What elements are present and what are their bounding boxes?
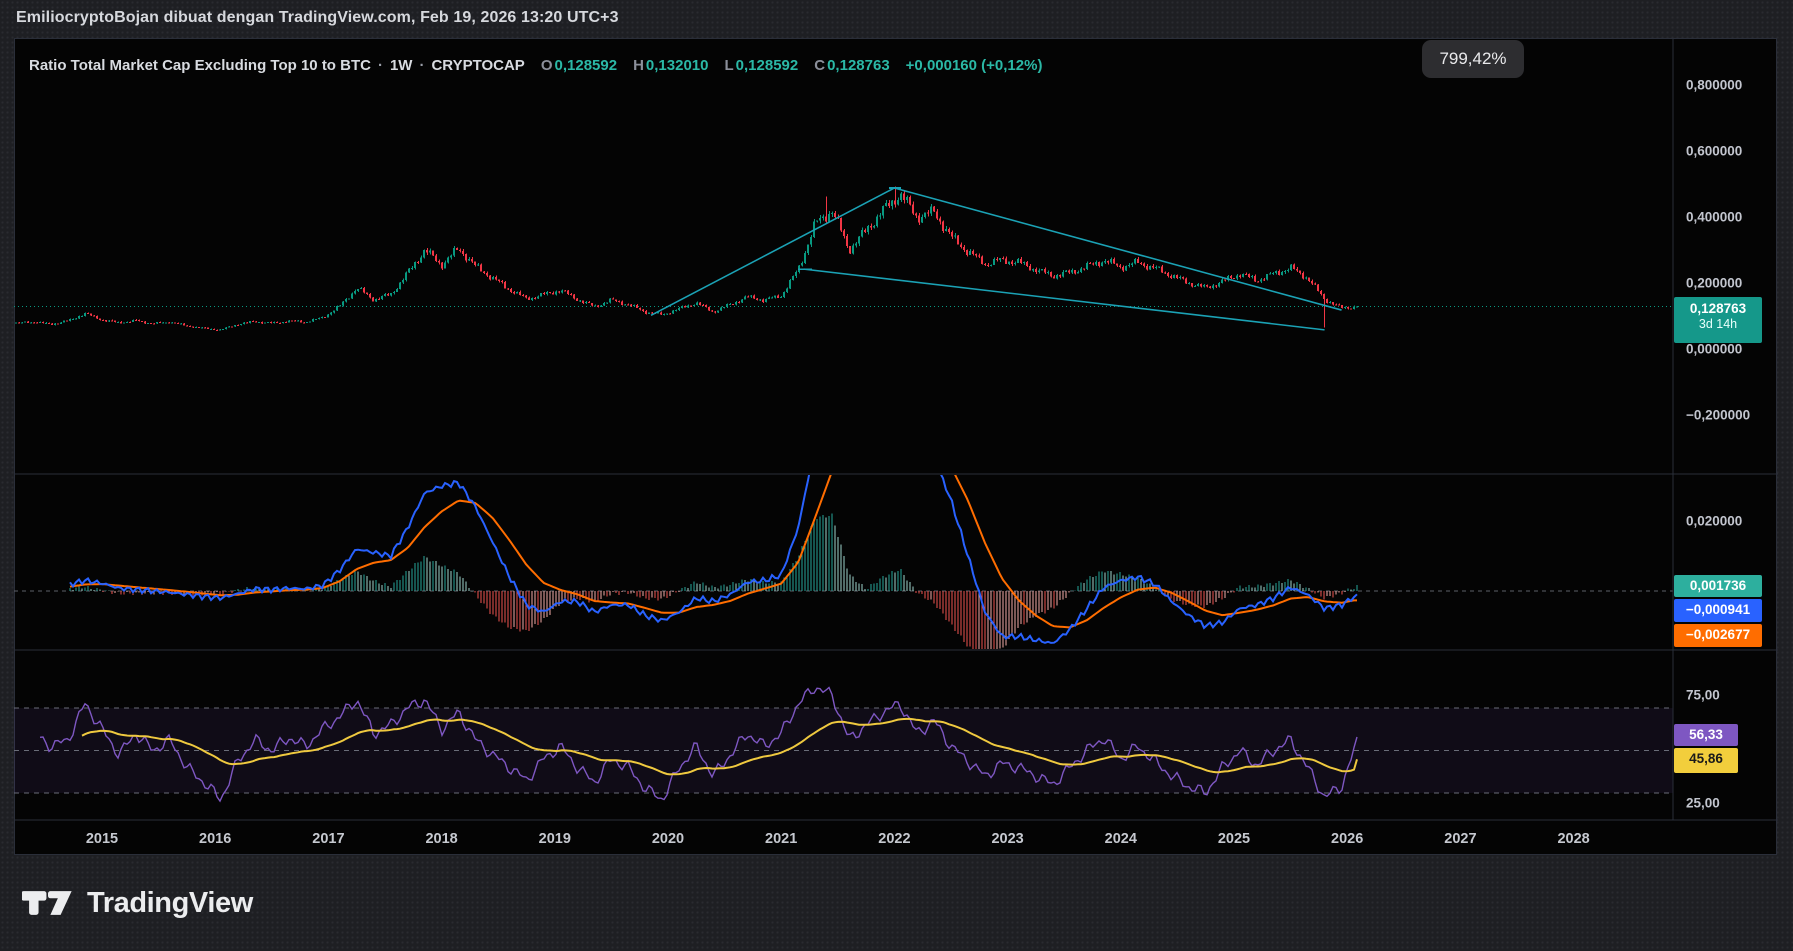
- ohlc-open: O 0,128592: [541, 57, 617, 74]
- change-value: +0,000160 (+0,12%): [906, 57, 1043, 74]
- separator-dot: ·: [377, 57, 384, 74]
- price-tick-label: 0,800000: [1686, 78, 1742, 93]
- symbol-title[interactable]: Ratio Total Market Cap Excluding Top 10 …: [29, 57, 371, 74]
- year-label: 2020: [636, 831, 700, 847]
- rsi-panel: [14, 688, 1673, 802]
- high-value: 0,132010: [646, 57, 709, 74]
- year-label: 2018: [410, 831, 474, 847]
- year-label: 2028: [1542, 831, 1606, 847]
- year-label: 2026: [1315, 831, 1379, 847]
- ohlc-high: H 0,132010: [633, 57, 708, 74]
- rsi-ma-value-badge: 45,86: [1674, 748, 1738, 773]
- separator-dot: ·: [418, 57, 425, 74]
- rsi-tick-label: 75,00: [1686, 688, 1720, 703]
- ohlc-close: C 0,128763: [814, 57, 889, 74]
- year-label: 2027: [1428, 831, 1492, 847]
- ohlc-low: L 0,128592: [725, 57, 799, 74]
- price-tick-label: −0,200000: [1686, 408, 1750, 423]
- open-value: 0,128592: [555, 57, 618, 74]
- high-label: H: [633, 57, 644, 74]
- year-label: 2023: [976, 831, 1040, 847]
- price-tick-label: 0,600000: [1686, 144, 1742, 159]
- current-price-value: 0,128763: [1682, 301, 1754, 316]
- bar-countdown: 3d 14h: [1682, 317, 1754, 331]
- percent-change-tooltip: 799,42%: [1422, 40, 1524, 78]
- close-value: 0,128763: [827, 57, 890, 74]
- year-label: 2017: [296, 831, 360, 847]
- low-value: 0,128592: [736, 57, 799, 74]
- macd-line-badge: −0,000941: [1674, 599, 1762, 622]
- trendline: [894, 188, 1341, 310]
- year-label: 2019: [523, 831, 587, 847]
- rsi-value-badge: 56,33: [1674, 724, 1738, 746]
- exchange-label: CRYPTOCAP: [431, 57, 524, 74]
- close-label: C: [814, 57, 825, 74]
- main-chart-canvas[interactable]: [0, 0, 1793, 951]
- low-label: L: [725, 57, 734, 74]
- macd-signal-badge: −0,002677: [1674, 624, 1762, 647]
- macd-histogram-badge: 0,001736: [1674, 575, 1762, 597]
- macd-tick-label: 0,020000: [1686, 514, 1742, 529]
- price-tick-label: 0,000000: [1686, 342, 1742, 357]
- current-price-badge: 0,128763 3d 14h: [1674, 297, 1762, 343]
- tradingview-logo-icon: [22, 882, 74, 924]
- trendline: [804, 269, 1325, 330]
- rsi-tick-label: 25,00: [1686, 796, 1720, 811]
- year-label: 2025: [1202, 831, 1266, 847]
- macd-panel: [14, 392, 1673, 661]
- interval-label[interactable]: 1W: [390, 57, 413, 74]
- year-label: 2016: [183, 831, 247, 847]
- price-tick-label: 0,400000: [1686, 210, 1742, 225]
- year-label: 2022: [862, 831, 926, 847]
- price-panel: [14, 187, 1673, 331]
- open-label: O: [541, 57, 553, 74]
- year-label: 2024: [1089, 831, 1153, 847]
- tradingview-footer[interactable]: TradingView: [22, 882, 253, 924]
- year-label: 2015: [70, 831, 134, 847]
- tradingview-logo-text: TradingView: [87, 887, 253, 920]
- trendline: [651, 188, 894, 315]
- year-label: 2021: [749, 831, 813, 847]
- price-tick-label: 0,200000: [1686, 276, 1742, 291]
- symbol-header[interactable]: Ratio Total Market Cap Excluding Top 10 …: [29, 56, 1042, 74]
